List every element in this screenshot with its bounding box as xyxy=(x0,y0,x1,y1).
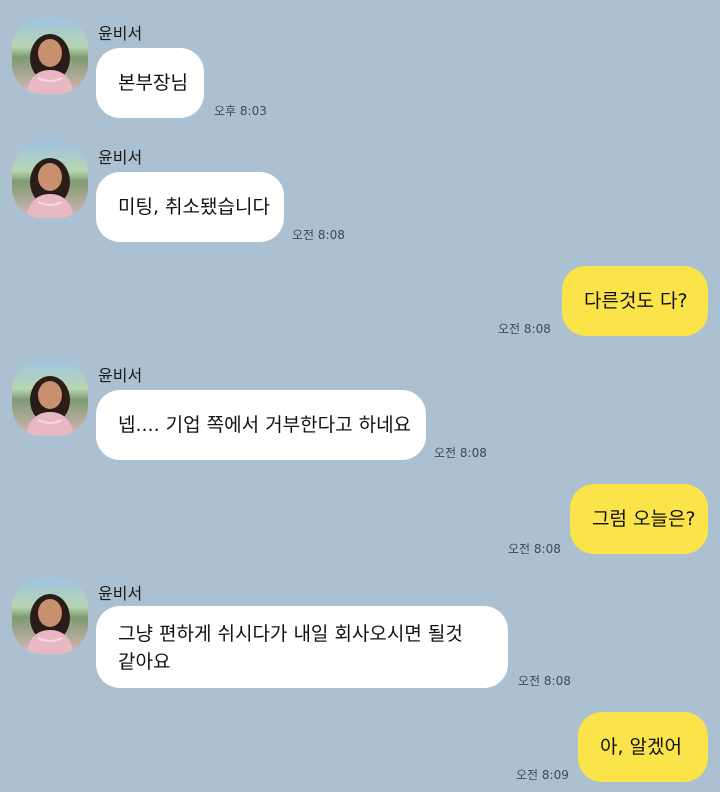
message-timestamp: 오전 8:08 xyxy=(498,322,551,336)
profile-photo-icon xyxy=(26,158,74,218)
profile-photo-icon xyxy=(26,34,74,94)
message-timestamp: 오전 8:08 xyxy=(434,446,487,460)
profile-photo-icon xyxy=(26,376,74,436)
incoming-message-bubble[interactable]: 미팅, 취소됐습니다 xyxy=(96,172,284,242)
outgoing-message-bubble[interactable]: 그럼 오늘은? xyxy=(570,484,708,554)
message-timestamp: 오전 8:09 xyxy=(516,768,569,782)
message-timestamp: 오전 8:08 xyxy=(508,542,561,556)
sender-name: 윤비서 xyxy=(98,148,143,167)
message-timestamp: 오후 8:03 xyxy=(214,104,267,118)
sender-name: 윤비서 xyxy=(98,366,143,385)
sender-avatar[interactable] xyxy=(12,142,88,218)
sender-avatar[interactable] xyxy=(12,578,88,654)
incoming-message-bubble[interactable]: 넵.... 기업 쪽에서 거부한다고 하네요 xyxy=(96,390,426,460)
outgoing-message-bubble[interactable]: 다른것도 다? xyxy=(562,266,708,336)
outgoing-message-bubble[interactable]: 아, 알겠어 xyxy=(578,712,708,782)
message-timestamp: 오전 8:08 xyxy=(292,228,345,242)
message-timestamp: 오전 8:08 xyxy=(518,674,571,688)
sender-name: 윤비서 xyxy=(98,584,143,603)
sender-avatar[interactable] xyxy=(12,18,88,94)
profile-photo-icon xyxy=(26,594,74,654)
incoming-message-bubble[interactable]: 본부장님 xyxy=(96,48,204,118)
incoming-message-bubble[interactable]: 그냥 편하게 쉬시다가 내일 회사오시면 될것 같아요 xyxy=(96,606,508,688)
sender-avatar[interactable] xyxy=(12,360,88,436)
sender-name: 윤비서 xyxy=(98,24,143,43)
